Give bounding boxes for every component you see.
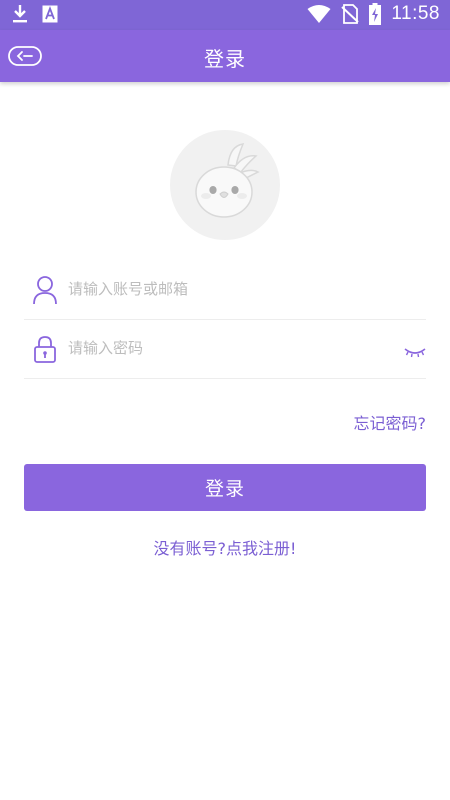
avatar [170,130,280,240]
login-screen: 11:58 登录 请输入账号或邮箱 忘记密码? 登录 没有账号?点我注册! [0,0,450,800]
status-time: 11:58 [391,3,440,24]
password-input[interactable] [66,334,400,362]
account-input[interactable] [66,275,400,303]
a-badge-icon [42,5,58,23]
status-right: 11:58 [307,3,440,25]
forgot-password-link[interactable]: 忘记密码? [354,410,427,434]
wifi-icon [307,5,331,23]
password-field-row [24,320,426,379]
status-bar: 11:58 [0,0,450,30]
lock-icon [34,336,56,363]
app-bar: 登录 [0,30,450,82]
download-icon [13,5,27,23]
register-link[interactable]: 没有账号?点我注册! [0,535,450,559]
no-sim-icon [341,4,360,24]
page-title: 登录 [204,47,246,71]
eye-closed-icon[interactable] [404,346,426,360]
login-button[interactable]: 登录 [24,464,426,511]
battery-charging-icon [369,3,382,25]
account-field-row [24,261,426,320]
status-left [12,4,58,24]
bird-avatar-icon [195,143,260,218]
user-icon [33,276,57,305]
